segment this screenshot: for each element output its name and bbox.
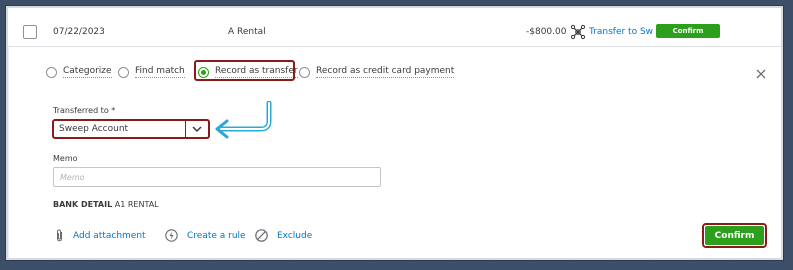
- exclude-label: Exclude: [277, 230, 313, 241]
- confirm-button-highlight: Confirm: [702, 223, 767, 248]
- exclude-link[interactable]: Exclude: [255, 229, 312, 242]
- transaction-row[interactable]: 07/22/2023 A Rental -$800.00 Transfer to…: [8, 8, 781, 47]
- close-icon[interactable]: [755, 68, 767, 80]
- add-attachment-label: Add attachment: [73, 230, 146, 241]
- transaction-detail-panel: Categorize Find match Record as transfer…: [20, 47, 771, 257]
- row-checkbox[interactable]: [23, 25, 37, 39]
- confirm-button[interactable]: Confirm: [705, 226, 764, 245]
- radio-label: Categorize: [63, 66, 112, 78]
- radio-dot: [299, 66, 310, 78]
- pointing-arrow-annotation: [215, 101, 272, 139]
- radio-dot: [118, 66, 129, 78]
- add-attachment-link[interactable]: Add attachment: [55, 229, 146, 242]
- exclude-icon: [255, 229, 268, 242]
- transferred-to-label: Transferred to *: [53, 106, 116, 115]
- radio-categorize[interactable]: Categorize: [46, 66, 112, 78]
- row-description: A Rental: [228, 27, 266, 37]
- chevron-down-icon: [192, 125, 202, 132]
- transfer-option-highlight: [194, 60, 295, 81]
- transferred-to-select[interactable]: Sweep Account: [52, 119, 210, 139]
- transferred-to-value: Sweep Account: [59, 124, 129, 134]
- memo-label: Memo: [53, 154, 78, 163]
- row-category-link[interactable]: Transfer to Swe: [589, 27, 653, 37]
- radio-label: Record as credit card payment: [316, 66, 455, 78]
- paperclip-icon: [57, 229, 62, 242]
- row-confirm-button[interactable]: Confirm: [656, 24, 720, 38]
- bank-detail-label: BANK DETAIL: [53, 200, 113, 209]
- screenshot-frame: 07/22/2023 A Rental -$800.00 Transfer to…: [6, 6, 783, 260]
- bank-detail: BANK DETAIL A1 RENTAL: [53, 200, 159, 209]
- memo-input[interactable]: [53, 167, 381, 187]
- radio-dot: [46, 66, 57, 78]
- row-date: 07/22/2023: [53, 27, 105, 37]
- lightning-icon: [165, 229, 178, 242]
- bank-detail-value: A1 RENTAL: [114, 200, 159, 209]
- radio-record-cc-payment[interactable]: Record as credit card payment: [299, 66, 455, 78]
- transfer-icon: [570, 24, 586, 40]
- row-amount: -$800.00: [526, 27, 567, 37]
- create-rule-link[interactable]: Create a rule: [165, 229, 246, 242]
- radio-label: Find match: [135, 66, 185, 78]
- radio-find-match[interactable]: Find match: [118, 66, 185, 78]
- create-rule-label: Create a rule: [187, 230, 246, 241]
- dropdown-toggle[interactable]: [185, 121, 208, 137]
